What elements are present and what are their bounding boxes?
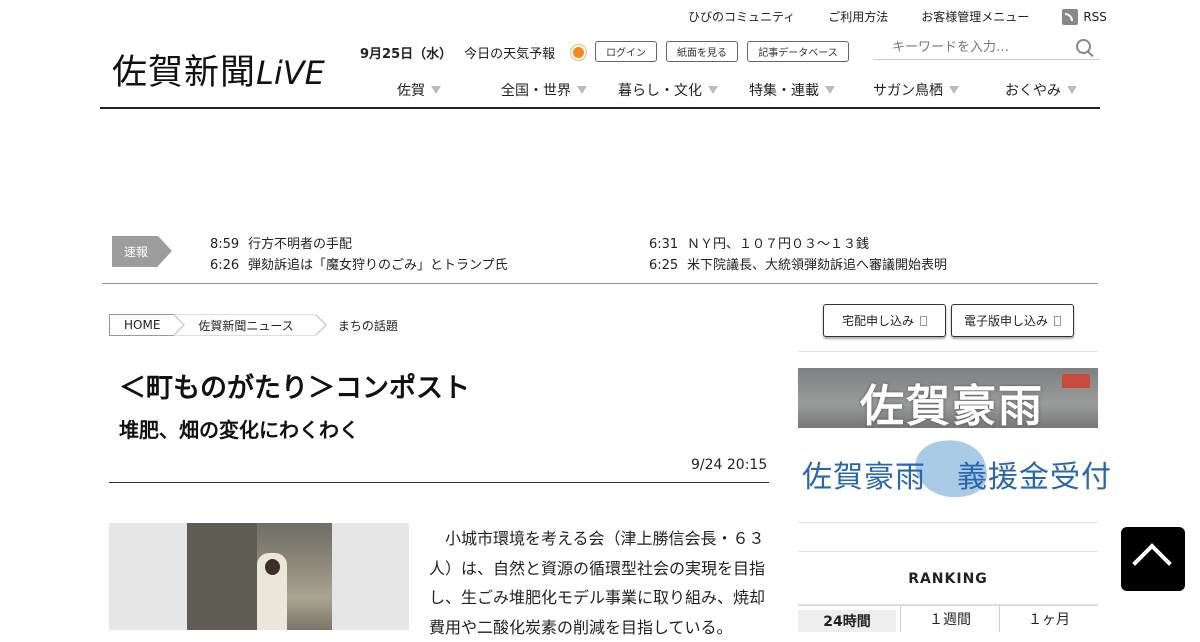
article-body: 小城市環境を考える会（津上勝信会長・６３人）は、自然と資源の循環型社会の実現を目… <box>429 524 774 642</box>
breadcrumb-home[interactable]: HOME <box>109 314 186 336</box>
tab-24h[interactable]: 24時間 <box>798 610 896 632</box>
search-box <box>874 36 1100 60</box>
news-text: ＮＹ円、１０７円０３～１３銭 <box>687 237 870 252</box>
news-time: 6:25 <box>649 258 679 273</box>
breadcrumb-chevron-icon <box>314 314 327 336</box>
main-nav: 佐賀 全国・世界 暮らし・文化 特集・連載 サガン鳥栖 おくやみ <box>0 80 1200 100</box>
breadcrumb-saga-news[interactable]: 佐賀新聞ニュース <box>174 314 327 336</box>
dropdown-arrow-icon <box>1067 86 1077 94</box>
article-title-divider <box>109 482 769 483</box>
dropdown-arrow-icon <box>949 86 959 94</box>
flood-donation-banner[interactable]: 佐賀豪雨 義援金受付 <box>798 435 1111 503</box>
article-db-button[interactable]: 記事データベース <box>747 41 849 62</box>
breadcrumb-chevron-icon <box>173 314 186 336</box>
rss-label: RSS <box>1083 9 1107 24</box>
ranking-title: RANKING <box>908 571 988 587</box>
nav-label: おくやみ <box>1005 83 1061 99</box>
button-label: 宅配申し込み <box>841 314 914 328</box>
nav-item-saga[interactable]: 佐賀 <box>397 80 441 100</box>
dropdown-arrow-icon <box>431 86 441 94</box>
article-title: ＜町ものがたり＞コンポスト <box>119 373 470 404</box>
nav-label: サガン鳥栖 <box>873 83 943 99</box>
nav-item-national-world[interactable]: 全国・世界 <box>501 80 587 100</box>
breadcrumb-label: HOME <box>124 318 161 332</box>
top-links: ひびのコミュニティ ご利用方法 お客様管理メニュー RSS <box>688 8 1107 25</box>
article-photo[interactable] <box>109 523 409 630</box>
breadcrumb-label: まちの話題 <box>337 318 398 333</box>
dropdown-arrow-icon <box>577 86 587 94</box>
nav-label: 暮らし・文化 <box>618 83 702 99</box>
nav-item-obituaries[interactable]: おくやみ <box>1005 80 1077 100</box>
button-label: 電子版申し込み <box>963 314 1048 328</box>
news-text: 行方不明者の手配 <box>248 237 353 252</box>
rss-icon <box>1062 8 1079 25</box>
breaking-item[interactable]: 6:26 弾劾訴追は「魔女狩りのごみ」とトランプ氏 <box>210 254 508 273</box>
scroll-to-top-button[interactable] <box>1121 527 1185 591</box>
nav-item-sagan-tosu[interactable]: サガン鳥栖 <box>873 80 959 100</box>
article-body-text: 小城市環境を考える会（津上勝信会長・６３人）は、自然と資源の循環型社会の実現を目… <box>429 529 766 637</box>
breaking-divider <box>102 283 1098 284</box>
dropdown-arrow-icon <box>825 86 835 94</box>
sidebar-divider <box>798 522 1098 523</box>
search-icon[interactable] <box>1076 39 1091 54</box>
current-date: 9月25日（水） <box>360 47 453 62</box>
banner-sign <box>1062 374 1090 388</box>
photo-image <box>187 523 332 630</box>
news-time: 6:26 <box>210 258 240 273</box>
nav-item-features[interactable]: 特集・連載 <box>749 80 835 100</box>
news-time: 8:59 <box>210 237 240 252</box>
dropdown-arrow-icon <box>708 86 718 94</box>
photo-wall <box>187 523 257 630</box>
saga-flood-banner[interactable]: 佐賀豪雨 <box>798 368 1098 428</box>
breaking-item[interactable]: 6:31 ＮＹ円、１０７円０３～１３銭 <box>649 233 869 252</box>
document-icon <box>1054 315 1061 326</box>
weather-link[interactable]: 今日の天気予報 <box>464 43 555 62</box>
news-time: 6:31 <box>649 237 679 252</box>
tab-1month[interactable]: １ヶ月 <box>999 606 1098 632</box>
rss-link[interactable]: RSS <box>1062 8 1107 25</box>
home-delivery-button[interactable]: 宅配申し込み <box>823 304 946 337</box>
sidebar-divider <box>798 551 1098 552</box>
article-timestamp: 9/24 20:15 <box>691 457 768 473</box>
breadcrumb: HOME 佐賀新聞ニュース まちの話題 <box>109 314 412 336</box>
top-link-usage[interactable]: ご利用方法 <box>828 8 888 25</box>
header-divider <box>100 107 1100 109</box>
top-link-community[interactable]: ひびのコミュニティ <box>688 8 795 25</box>
view-paper-button[interactable]: 紙面を見る <box>666 41 738 62</box>
breadcrumb-town-topics[interactable]: まちの話題 <box>316 314 412 336</box>
breadcrumb-label: 佐賀新聞ニュース <box>198 318 294 333</box>
banner-title: 佐賀豪雨 義援金受付 <box>802 460 1112 495</box>
top-link-account[interactable]: お客様管理メニュー <box>921 8 1029 25</box>
news-text: 弾劾訴追は「魔女狩りのごみ」とトランプ氏 <box>248 258 508 273</box>
sidebar-divider <box>798 351 1098 352</box>
photo-person-head <box>265 559 280 575</box>
breaking-label: 速報 <box>112 236 172 267</box>
nav-label: 佐賀 <box>397 83 425 99</box>
nav-label: 全国・世界 <box>501 83 571 99</box>
article-subtitle: 堆肥、畑の変化にわくわく <box>119 418 359 442</box>
login-button[interactable]: ログイン <box>595 41 657 62</box>
sun-icon <box>573 47 585 58</box>
news-text: 米下院議長、大統領弾劾訴追へ審議開始表明 <box>687 258 948 273</box>
breaking-item[interactable]: 8:59 行方不明者の手配 <box>210 233 352 252</box>
digital-subscription-button[interactable]: 電子版申し込み <box>951 304 1074 337</box>
nav-item-life-culture[interactable]: 暮らし・文化 <box>618 80 718 100</box>
breaking-item[interactable]: 6:25 米下院議長、大統領弾劾訴追へ審議開始表明 <box>649 254 947 273</box>
document-icon <box>920 315 927 326</box>
banner-title: 佐賀豪雨 <box>860 381 1044 428</box>
tab-1week[interactable]: １週間 <box>900 606 999 632</box>
nav-label: 特集・連載 <box>749 83 819 99</box>
search-input[interactable] <box>874 36 1082 59</box>
date-weather: 9月25日（水） 今日の天気予報 <box>360 43 585 62</box>
ranking-tabs: 24時間 １週間 １ヶ月 <box>798 604 1098 632</box>
